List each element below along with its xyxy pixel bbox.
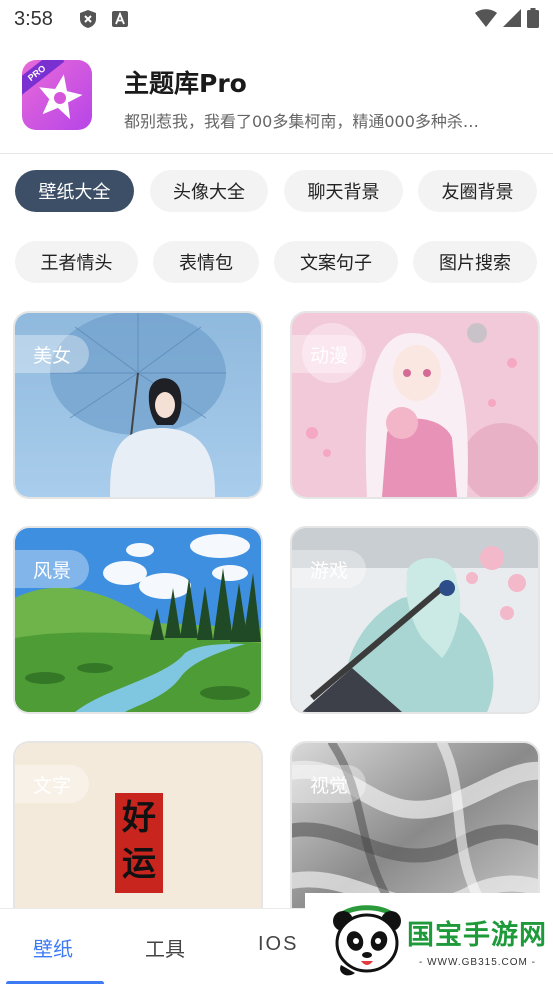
chip-couple-avatar[interactable]: 王者情头 bbox=[15, 241, 138, 283]
category-chips-row-1: 壁纸大全 头像大全 聊天背景 友圈背景 bbox=[0, 170, 553, 212]
wallpaper-card-game[interactable]: 游戏 bbox=[292, 528, 538, 712]
app-logo: PRO bbox=[22, 60, 92, 130]
card-label-game: 游戏 bbox=[292, 550, 367, 588]
battery-icon bbox=[527, 8, 539, 32]
wallpaper-card-text[interactable]: 文字 好 运 bbox=[15, 743, 261, 927]
chip-moments-background[interactable]: 友圈背景 bbox=[418, 170, 537, 212]
nav-tab-tools[interactable]: 工具 bbox=[145, 933, 185, 962]
chip-chat-background[interactable]: 聊天背景 bbox=[284, 170, 403, 212]
app-title: 主题库Pro bbox=[124, 69, 247, 98]
app-description: 都别惹我，我看了00多集柯南，精通000多种杀… bbox=[124, 112, 479, 131]
calligraphy-char-2: 运 bbox=[122, 844, 156, 884]
shield-notification-icon bbox=[79, 10, 97, 28]
calligraphy-char-1: 好 bbox=[122, 798, 156, 838]
card-label-scenery: 风景 bbox=[15, 550, 90, 588]
status-bar: 3:58 bbox=[0, 0, 553, 38]
wallpaper-card-scenery[interactable]: 风景 bbox=[15, 528, 261, 712]
chip-quotes[interactable]: 文案句子 bbox=[274, 241, 398, 283]
chip-image-search[interactable]: 图片搜索 bbox=[413, 241, 537, 283]
card-label-visual: 视觉 bbox=[292, 765, 367, 803]
signal-icon bbox=[503, 9, 521, 31]
nav-tab-wallpaper[interactable]: 壁纸 bbox=[33, 933, 73, 962]
watermark-url: - WWW.GB315.COM - bbox=[419, 957, 536, 968]
nav-tab-ios[interactable]: IOS bbox=[258, 933, 298, 956]
good-luck-calligraphy: 好 运 bbox=[115, 795, 163, 887]
card-label-anime: 动漫 bbox=[292, 335, 367, 373]
wallpaper-card-beauty[interactable]: 美女 bbox=[15, 313, 261, 497]
app-header: PRO 主题库Pro 都别惹我，我看了00多集柯南，精通000多种杀… bbox=[0, 38, 553, 154]
wallpaper-card-anime[interactable]: 动漫 bbox=[292, 313, 538, 497]
chip-wallpaper[interactable]: 壁纸大全 bbox=[15, 170, 134, 212]
status-time: 3:58 bbox=[14, 7, 53, 30]
status-right-icons bbox=[475, 8, 539, 32]
category-chips-row-2: 王者情头 表情包 文案句子 图片搜索 bbox=[0, 241, 553, 283]
chip-avatar[interactable]: 头像大全 bbox=[150, 170, 268, 212]
panda-icon bbox=[333, 905, 401, 976]
font-notification-icon bbox=[111, 10, 129, 28]
watermark-logo: 国宝手游网 - WWW.GB315.COM - bbox=[305, 893, 553, 984]
chip-stickers[interactable]: 表情包 bbox=[153, 241, 259, 283]
watermark-brand: 国宝手游网 bbox=[407, 920, 547, 951]
wifi-icon bbox=[475, 9, 497, 31]
card-label-text: 文字 bbox=[15, 765, 90, 803]
card-label-beauty: 美女 bbox=[15, 335, 90, 373]
